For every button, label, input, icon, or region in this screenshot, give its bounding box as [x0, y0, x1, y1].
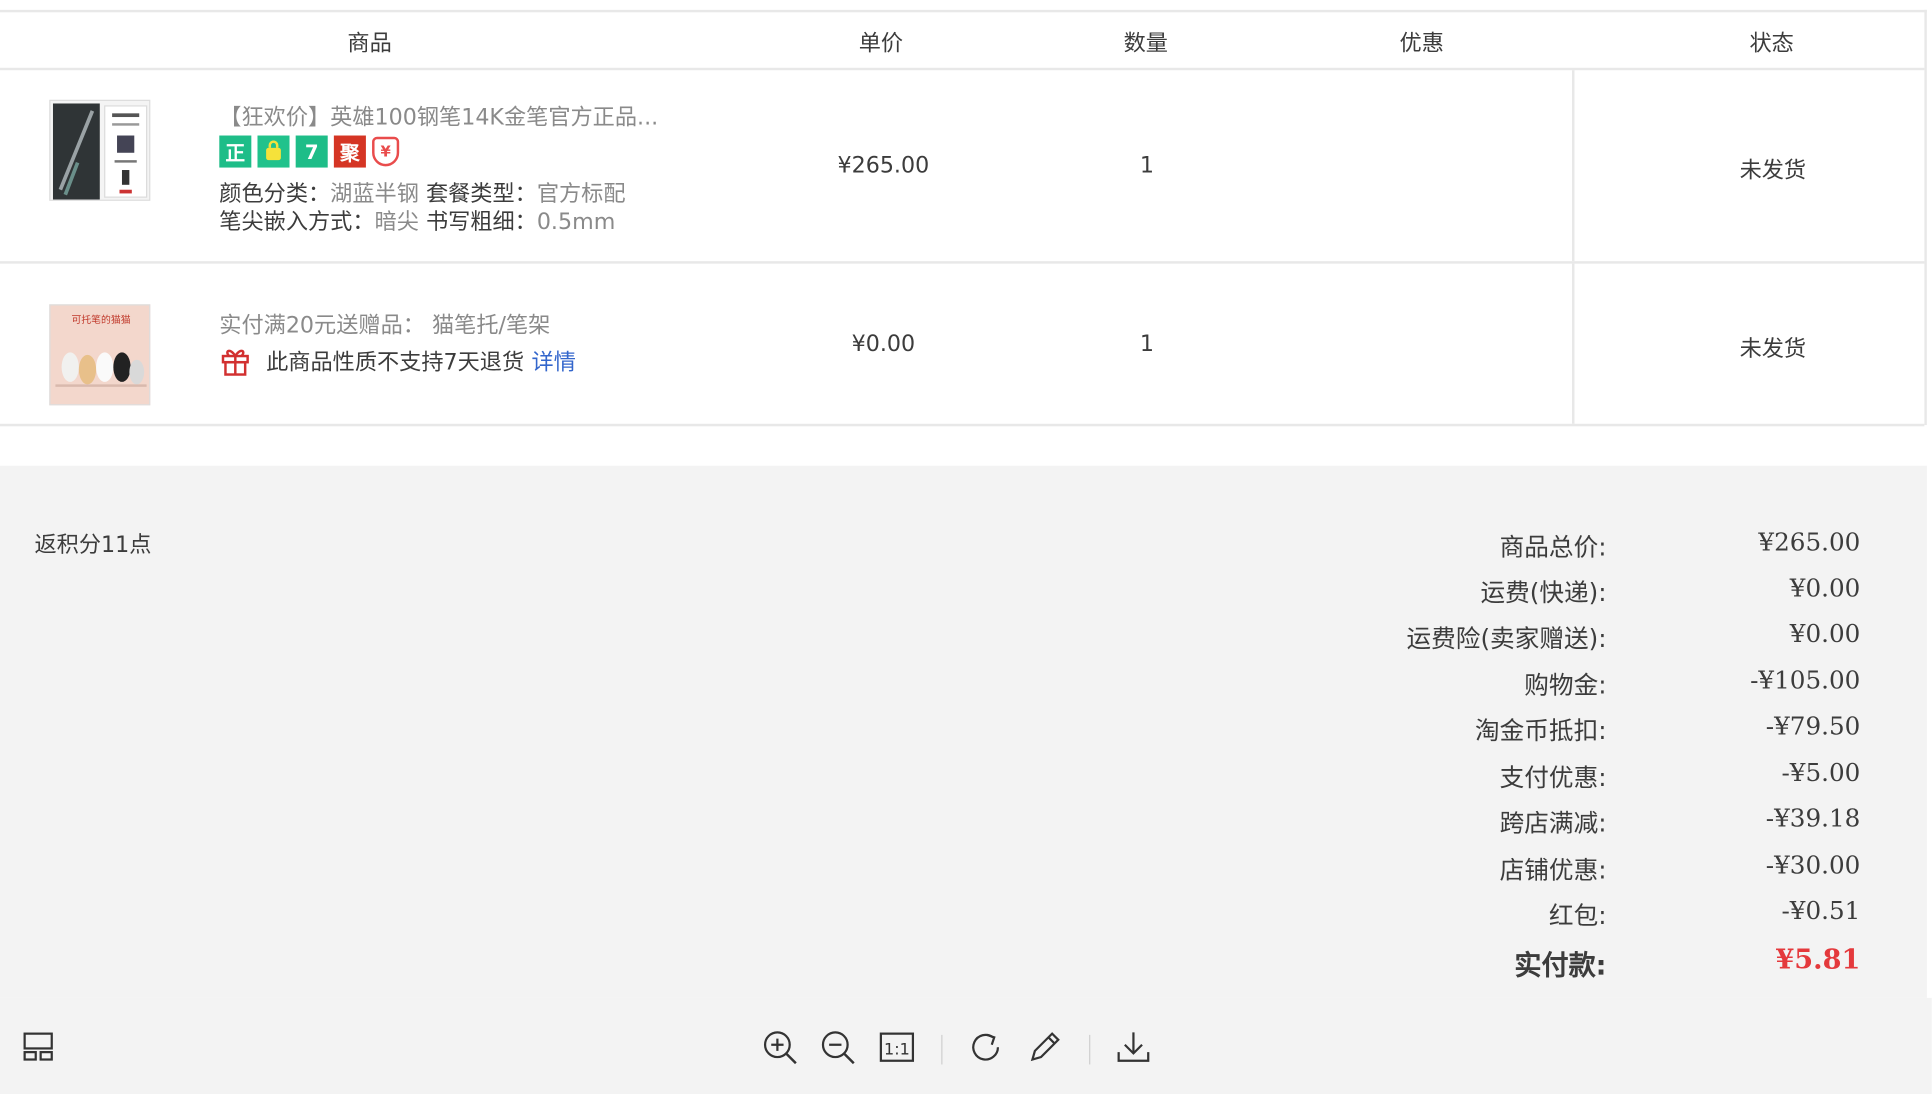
summary-line: 运费(快递): ¥0.00	[0, 573, 1927, 610]
header-quantity: 数量	[1123, 30, 1168, 57]
image-viewer-toolbar: 1:1	[0, 997, 1932, 1094]
download-icon[interactable]	[1114, 1027, 1153, 1066]
sku-line-2: 笔尖嵌入方式：暗尖 书写粗细：0.5mm	[219, 205, 615, 237]
summary-value: -¥30.00	[1765, 850, 1861, 880]
summary-label: 运费险(卖家赠送):	[1406, 623, 1607, 653]
header-product: 商品	[347, 30, 392, 57]
summary-line: 红包: -¥0.51	[0, 896, 1927, 933]
shipping-status: 未发货	[1739, 157, 1807, 184]
summary-label: 淘金币抵扣:	[1475, 715, 1607, 746]
actual-size-label: 1:1	[884, 1040, 910, 1059]
summary-value: -¥39.18	[1765, 803, 1861, 833]
total-paid-label: 实付款:	[1514, 951, 1607, 982]
shipping-status: 未发货	[1739, 336, 1807, 363]
sku-package-value: 官方标配	[536, 181, 626, 207]
gift-icon	[219, 345, 251, 377]
summary-label: 购物金:	[1524, 670, 1607, 700]
summary-label: 店铺优惠:	[1499, 855, 1607, 885]
edit-icon[interactable]	[1025, 1027, 1064, 1066]
zoom-out-icon[interactable]	[818, 1027, 857, 1066]
quantity: 1	[1139, 331, 1155, 358]
pen-product-image[interactable]	[49, 99, 151, 201]
summary-line: 购物金: -¥105.00	[0, 665, 1927, 702]
table-header: 商品 单价 数量 优惠 状态	[0, 12, 1925, 71]
summary-line: 淘金币抵扣: -¥79.50	[0, 711, 1927, 748]
sku-nib-label: 笔尖嵌入方式：	[219, 209, 375, 236]
summary-line: 跨店满减: -¥39.18	[0, 803, 1927, 840]
genuine-badge-icon: 正	[219, 135, 252, 168]
summary-value: -¥79.50	[1765, 710, 1861, 741]
cat-pen-holder-image[interactable]: 可托笔的猫猫	[49, 304, 151, 406]
sku-nib-value: 暗尖	[374, 209, 419, 236]
gift-image-caption: 可托笔的猫猫	[71, 313, 130, 326]
summary-line: 运费险(卖家赠送): ¥0.00	[0, 618, 1927, 655]
sku-width-label: 书写粗细：	[425, 209, 537, 236]
header-status: 状态	[1749, 30, 1794, 57]
summary-line: 店铺优惠: -¥30.00	[0, 850, 1927, 887]
order-items-table: 商品 单价 数量 优惠 状态 【狂欢价】英雄100钢笔14K金笔官方正品... …	[0, 9, 1927, 427]
sku-color-label: 颜色分类：	[219, 181, 331, 207]
service-badges: 正 7 聚 ¥	[219, 135, 400, 168]
zoom-in-icon[interactable]	[760, 1027, 799, 1066]
toolbar-separator	[1089, 1034, 1091, 1065]
total-paid-line: 实付款: ¥5.81	[0, 943, 1927, 982]
bag-badge-icon	[257, 135, 290, 168]
order-summary: 返积分11点 商品总价: ¥265.00 运费(快递): ¥0.00 运费险(卖家赠…	[0, 465, 1927, 998]
toolbar-separator	[941, 1034, 943, 1065]
column-divider	[1572, 70, 1575, 262]
summary-value: -¥5.00	[1781, 757, 1861, 788]
total-paid-value: ¥5.81	[1775, 943, 1861, 976]
unit-price: ¥0.00	[851, 331, 916, 358]
sku-color-value: 湖蓝半钢	[330, 181, 419, 207]
details-link[interactable]: 详情	[532, 345, 576, 377]
rotate-icon[interactable]	[966, 1027, 1005, 1066]
product-title-link[interactable]: 【狂欢价】英雄100钢笔14K金笔官方正品...	[219, 100, 658, 132]
table-row: 【狂欢价】英雄100钢笔14K金笔官方正品... 正 7 聚 ¥ 颜色分类：湖蓝…	[0, 70, 1925, 264]
no-return-notice: 此商品性质不支持7天退货	[266, 349, 525, 376]
quantity: 1	[1139, 152, 1155, 179]
sku-width-value: 0.5mm	[536, 209, 616, 236]
summary-value: ¥0.00	[1789, 572, 1861, 603]
unit-price: ¥265.00	[837, 152, 930, 179]
summary-label: 运费(快递):	[1480, 577, 1607, 608]
gift-title: 实付满20元送赠品： 猫笔托/笔架	[219, 312, 551, 339]
summary-label: 跨店满减:	[1499, 808, 1607, 838]
column-divider	[1572, 263, 1575, 424]
order-detail-view: 商品 单价 数量 优惠 状态 【狂欢价】英雄100钢笔14K金笔官方正品... …	[0, 0, 1932, 1094]
sku-package-label: 套餐类型：	[425, 181, 537, 207]
table-row: 可托笔的猫猫 实付满20元送赠品： 猫笔托/笔架 此商品性质不支持7天退货 详情…	[0, 263, 1925, 427]
header-discount: 优惠	[1399, 30, 1444, 57]
sku-line-1: 颜色分类：湖蓝半钢 套餐类型：官方标配	[219, 176, 625, 208]
summary-label: 支付优惠:	[1499, 762, 1607, 793]
seven-day-return-badge-icon: 7	[295, 135, 328, 168]
summary-value: -¥105.00	[1750, 665, 1861, 695]
summary-line: 商品总价: ¥265.00	[0, 527, 1927, 564]
price-protect-shield-icon: ¥	[372, 136, 400, 167]
summary-value: -¥0.51	[1781, 895, 1861, 926]
summary-label: 商品总价:	[1499, 532, 1607, 562]
layout-icon[interactable]	[20, 1027, 59, 1066]
summary-value: ¥265.00	[1758, 527, 1861, 557]
summary-value: ¥0.00	[1789, 618, 1861, 649]
summary-label: 红包:	[1548, 900, 1607, 931]
gift-notice: 此商品性质不支持7天退货 详情	[219, 345, 576, 377]
summary-line: 支付优惠: -¥5.00	[0, 758, 1927, 795]
juhuasuan-badge-icon: 聚	[333, 135, 366, 168]
header-unit-price: 单价	[858, 30, 904, 57]
actual-size-icon[interactable]: 1:1	[877, 1027, 916, 1066]
